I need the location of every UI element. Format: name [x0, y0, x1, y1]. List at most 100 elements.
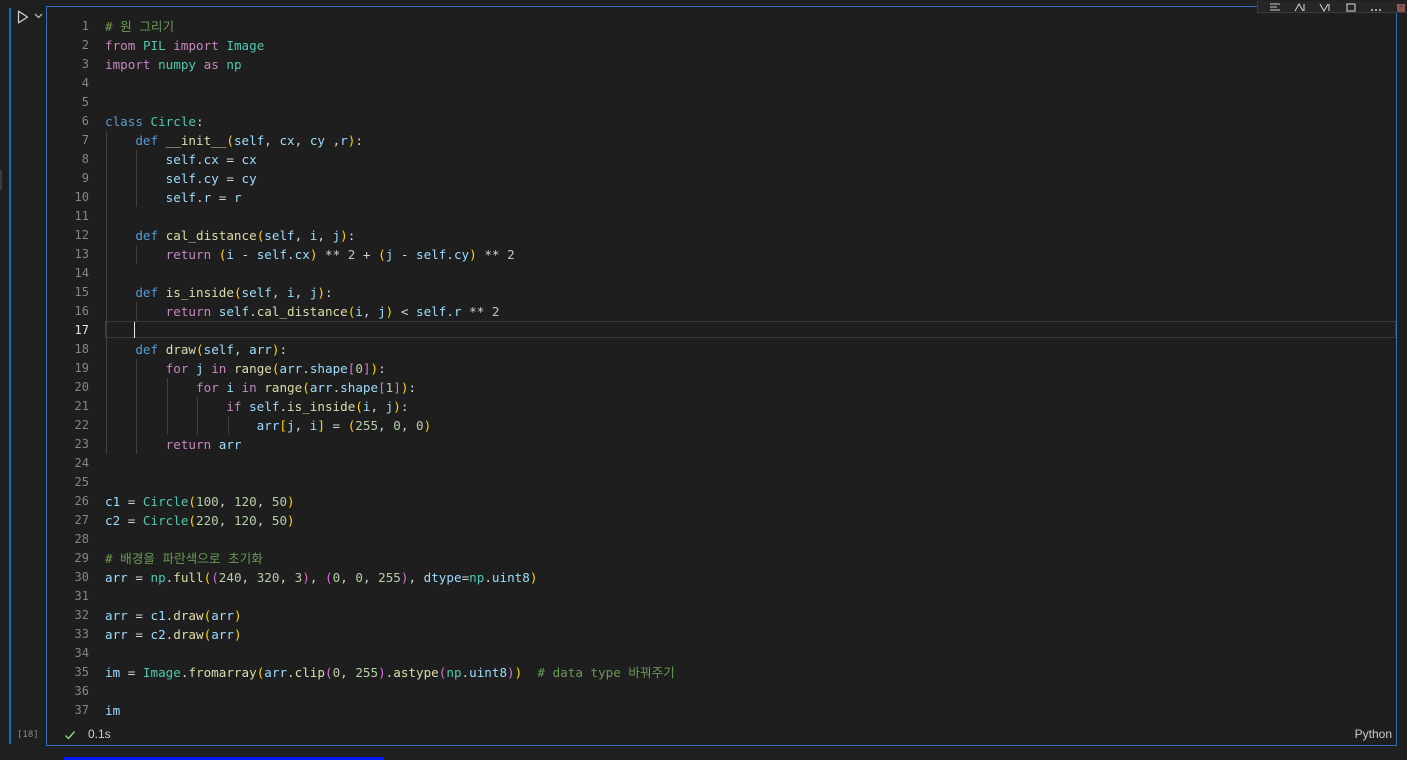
split-cell-icon[interactable] [1344, 2, 1358, 12]
run-by-line-icon[interactable] [1268, 2, 1282, 12]
code-line[interactable]: 19 for j in range(arr.shape[0]): [47, 359, 1396, 378]
code-text: im = Image.fromarray(arr.clip(0, 255).as… [105, 665, 675, 680]
line-number: 1 [81, 19, 89, 33]
execute-above-icon[interactable] [1293, 2, 1307, 12]
code-text: arr = np.full((240, 320, 3), (0, 0, 255)… [105, 570, 538, 585]
run-options-dropdown[interactable] [33, 10, 43, 22]
execution-time: 0.1s [88, 727, 111, 741]
code-line[interactable]: 13 return (i - self.cx) ** 2 + (j - self… [47, 245, 1396, 264]
code-text: return arr [165, 437, 242, 452]
line-number: 23 [74, 437, 89, 451]
code-line[interactable]: 18 def draw(self, arr): [47, 340, 1396, 359]
code-line[interactable]: 9 self.cy = cy [47, 169, 1396, 188]
line-number: 20 [74, 380, 89, 394]
code-line[interactable]: 26 c1 = Circle(100, 120, 50) [47, 492, 1396, 511]
code-cell[interactable]: 1 # 원 그리기 2 from PIL import Image 3 import nu… [46, 1, 1407, 746]
line-number: 8 [81, 152, 89, 166]
code-text: def draw(self, arr): [135, 342, 288, 357]
code-text: arr[j, i] = (255, 0, 0) [256, 418, 432, 433]
code-line[interactable]: 16 return self.cal_distance(i, j) < self… [47, 302, 1396, 321]
code-text: self.cy = cy [165, 171, 257, 186]
code-text: return (i - self.cx) ** 2 + (j - self.cy… [165, 247, 515, 262]
line-number: 18 [74, 342, 89, 356]
code-line[interactable]: 4 [47, 74, 1396, 93]
code-line[interactable]: 32 arr = c1.draw(arr) [47, 606, 1396, 625]
code-line[interactable]: 20 for i in range(arr.shape[1]): [47, 378, 1396, 397]
code-line[interactable]: 17 [47, 321, 1396, 340]
kernel-language-picker[interactable]: Python [1355, 727, 1392, 741]
code-text: c2 = Circle(220, 120, 50) [105, 513, 295, 528]
indent-guide [106, 321, 107, 340]
line-number: 26 [74, 494, 89, 508]
line-number: 25 [74, 475, 89, 489]
execute-below-icon[interactable] [1318, 2, 1332, 12]
code-text: if self.is_inside(i, j): [226, 399, 409, 414]
code-line[interactable]: 31 [47, 587, 1396, 606]
code-text: c1 = Circle(100, 120, 50) [105, 494, 295, 509]
line-number: 5 [81, 95, 89, 109]
code-line[interactable]: 2 from PIL import Image [47, 36, 1396, 55]
code-text: for j in range(arr.shape[0]): [165, 361, 386, 376]
code-line[interactable]: 8 self.cx = cx [47, 150, 1396, 169]
code-line[interactable]: 37 im [47, 701, 1396, 720]
code-line[interactable]: 23 return arr [47, 435, 1396, 454]
code-line[interactable]: 22 arr[j, i] = (255, 0, 0) [47, 416, 1396, 435]
code-line[interactable]: 27 c2 = Circle(220, 120, 50) [47, 511, 1396, 530]
code-line[interactable]: 5 [47, 93, 1396, 112]
line-number: 24 [74, 456, 89, 470]
code-line[interactable]: 34 [47, 644, 1396, 663]
code-text: def is_inside(self, i, j): [135, 285, 333, 300]
code-editor[interactable]: 1 # 원 그리기 2 from PIL import Image 3 import nu… [47, 17, 1396, 720]
code-text: # 원 그리기 [105, 19, 175, 34]
code-line[interactable]: 36 [47, 682, 1396, 701]
line-number: 34 [74, 646, 89, 660]
run-cell-button[interactable] [14, 8, 32, 26]
line-number: 30 [74, 570, 89, 584]
line-number: 7 [81, 133, 89, 147]
code-text: def __init__(self, cx, cy ,r): [135, 133, 363, 148]
code-line[interactable]: 33 arr = c2.draw(arr) [47, 625, 1396, 644]
line-number: 10 [74, 190, 89, 204]
code-line[interactable]: 24 [47, 454, 1396, 473]
code-text: import numpy as np [105, 57, 242, 72]
panel-edge-marker [0, 170, 2, 190]
code-line[interactable]: 35 im = Image.fromarray(arr.clip(0, 255).… [47, 663, 1396, 682]
more-actions-icon[interactable] [1369, 2, 1383, 12]
code-line[interactable]: 14 [47, 264, 1396, 283]
code-line[interactable]: 29 # 배경을 파란색으로 초기화 [47, 549, 1396, 568]
current-line-highlight [105, 321, 1396, 338]
code-line[interactable]: 21 if self.is_inside(i, j): [47, 397, 1396, 416]
code-text: def cal_distance(self, i, j): [135, 228, 356, 243]
code-line[interactable]: 30 arr = np.full((240, 320, 3), (0, 0, 25… [47, 568, 1396, 587]
code-text: return self.cal_distance(i, j) < self.r … [165, 304, 500, 319]
line-number: 3 [81, 57, 89, 71]
chevron-down-icon [34, 13, 42, 19]
code-line[interactable]: 7 def __init__(self, cx, cy ,r): [47, 131, 1396, 150]
line-number: 2 [81, 38, 89, 52]
code-text: # 배경을 파란색으로 초기화 [105, 551, 263, 566]
code-line[interactable]: 15 def is_inside(self, i, j): [47, 283, 1396, 302]
cell-toolbar [1257, 1, 1407, 13]
play-icon [17, 10, 29, 24]
code-text: from PIL import Image [105, 38, 265, 53]
delete-cell-icon[interactable] [1394, 2, 1407, 12]
code-line[interactable]: 6 class Circle: [47, 112, 1396, 131]
text-cursor [134, 322, 135, 338]
code-text: for i in range(arr.shape[1]): [196, 380, 417, 395]
code-line[interactable]: 28 [47, 530, 1396, 549]
code-line[interactable]: 10 self.r = r [47, 188, 1396, 207]
code-line[interactable]: 12 def cal_distance(self, i, j): [47, 226, 1396, 245]
line-number: 11 [74, 209, 89, 223]
line-number: 21 [74, 399, 89, 413]
line-number: 16 [74, 304, 89, 318]
code-line[interactable]: 11 [47, 207, 1396, 226]
code-text: arr = c2.draw(arr) [105, 627, 242, 642]
code-text: self.r = r [165, 190, 242, 205]
line-number: 37 [74, 703, 89, 717]
code-line[interactable]: 3 import numpy as np [47, 55, 1396, 74]
code-line[interactable]: 1 # 원 그리기 [47, 17, 1396, 36]
code-text: self.cx = cx [165, 152, 257, 167]
code-line[interactable]: 25 [47, 473, 1396, 492]
line-number: 32 [74, 608, 89, 622]
cell-status-bar: 0.1s Python [47, 725, 1396, 745]
